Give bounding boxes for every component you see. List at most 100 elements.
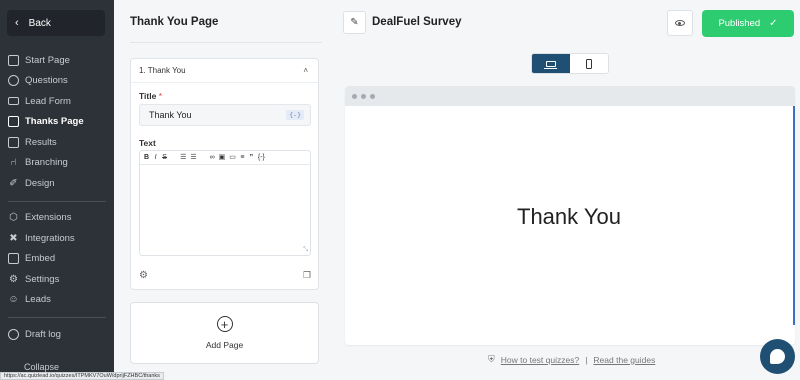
window-dot-icon [352,93,357,99]
variable-icon[interactable]: {-} [258,153,265,162]
section-header[interactable]: 1. Thank You ˄ [131,59,318,83]
shield-icon: ⛨ [488,354,495,364]
device-toggle [531,53,609,74]
image-icon[interactable]: ▣ [219,153,226,162]
embed-code-icon[interactable]: ≡ [240,153,245,162]
editor-panel: Thank You Page 1. Thank You ˄ Title * Th… [114,0,330,380]
sidebar-item-label: Thanks Page [25,116,84,128]
link-separator: | [585,354,588,365]
title-field-label: Title * [139,91,162,101]
status-bar-url: https://ac.quizlead.io/quizzes/ITPMKV7Ou… [0,372,164,380]
chevron-left-icon: ‹ [15,17,19,29]
sidebar-item-extensions[interactable]: ⬡ Extensions [0,208,114,229]
read-guides-link[interactable]: Read the guides [593,355,655,365]
sidebar-item-label: Start Page [25,54,70,66]
title-label-text: Title [139,91,157,101]
published-label: Published [718,18,761,29]
square-icon [8,54,19,66]
sidebar-item-lead-form[interactable]: Lead Form [0,91,114,112]
question-icon [8,75,19,87]
sidebar-item-embed[interactable]: Embed [0,249,114,270]
mobile-view-button[interactable] [570,54,608,73]
insert-variable-button[interactable]: {-} [286,110,304,120]
sidebar-item-label: Questions [25,75,68,87]
collapse-label: Collapse [24,362,60,372]
divider [130,42,322,43]
sidebar-divider [8,200,106,202]
survey-name: DealFuel Survey [372,16,462,28]
italic-icon[interactable]: I [153,153,158,162]
chevron-up-icon[interactable]: ˄ [303,66,308,75]
integrations-icon: ✖ [9,232,18,244]
sidebar-item-draft-log[interactable]: Draft log [0,324,114,345]
thank-you-section-card: 1. Thank You ˄ Title * Thank You {-} Tex… [130,58,319,290]
clock-icon [8,328,19,340]
sidebar-item-label: Branching [25,157,68,169]
back-label: Back [28,17,51,29]
title-input[interactable]: Thank You {-} [139,104,311,126]
sidebar-item-thanks-page[interactable]: Thanks Page [0,112,114,133]
embed-icon [8,253,19,265]
puzzle-icon: ⬡ [9,212,18,224]
page-title: Thank You Page [130,16,219,28]
browser-bar [345,86,795,106]
text-field-label: Text [139,138,156,148]
numbered-list-icon[interactable]: ☰ [180,153,186,162]
test-quizzes-link[interactable]: How to test quizzes? [501,355,579,365]
results-icon [8,136,19,148]
editor-toolbar: B I S ☰ ☰ ∞ ▣ ▭ ≡ ” {-} [140,151,310,165]
section-label: 1. Thank You [139,66,186,75]
published-button[interactable]: Published ✓ [702,10,794,37]
link-icon[interactable]: ∞ [210,153,215,162]
sidebar-item-results[interactable]: Results [0,132,114,153]
rich-text-editor[interactable]: B I S ☰ ☰ ∞ ▣ ▭ ≡ ” {-} ⤡ [139,150,311,256]
quote-icon[interactable]: ” [249,153,254,162]
desktop-view-button[interactable] [532,54,570,73]
palette-icon: ✐ [9,177,18,189]
duplicate-icon[interactable]: ❐ [303,270,311,281]
add-page-button[interactable]: + Add Page [130,302,319,364]
preview-heading: Thank You [517,204,621,229]
rename-button[interactable]: ✎ [343,11,366,34]
window-dot-icon [361,93,366,99]
laptop-icon [544,60,557,69]
sidebar-nav: Start Page Questions Lead Form Thanks Pa… [0,50,114,345]
preview-button[interactable] [667,10,693,36]
title-input-value: Thank You [149,110,192,120]
sidebar-item-integrations[interactable]: ✖ Integrations [0,228,114,249]
check-icon: ✓ [769,18,778,29]
sidebar-item-design[interactable]: ✐ Design [0,173,114,194]
envelope-icon [8,97,19,106]
chat-button[interactable] [760,339,795,374]
sidebar-item-label: Leads [25,294,51,306]
bold-icon[interactable]: B [144,153,149,162]
sidebar-item-questions[interactable]: Questions [0,71,114,92]
phone-icon [586,58,592,69]
sidebar-item-label: Settings [25,273,60,285]
sidebar: ‹ Back Start Page Questions Lead Form Th… [0,0,114,380]
video-icon[interactable]: ▭ [229,153,236,162]
resize-handle-icon[interactable]: ⤡ [303,247,308,254]
sidebar-item-branching[interactable]: ⑁ Branching [0,153,114,174]
branching-icon: ⑁ [10,157,17,169]
gear-icon[interactable]: ⚙ [139,270,148,281]
strikethrough-icon[interactable]: S [162,153,167,162]
bullet-list-icon[interactable]: ☰ [190,153,196,162]
sidebar-divider [8,317,106,318]
sidebar-item-start-page[interactable]: Start Page [0,50,114,71]
sidebar-item-label: Extensions [25,212,72,224]
thanks-page-icon [8,116,19,128]
window-dot-icon [370,93,375,99]
preview-browser-frame: Thank You [345,86,795,345]
required-asterisk: * [158,91,163,101]
sidebar-item-label: Design [25,177,55,189]
sidebar-item-label: Embed [25,253,56,265]
sidebar-item-leads[interactable]: ☺ Leads [0,290,114,311]
gear-icon: ⚙ [9,273,18,285]
preview-scrollbar[interactable] [793,106,795,325]
plus-circle-icon: + [216,316,233,332]
eye-icon [675,20,685,26]
help-links: ⛨ How to test quizzes? | Read the guides [488,354,655,365]
sidebar-item-settings[interactable]: ⚙ Settings [0,269,114,290]
back-button[interactable]: ‹ Back [7,10,105,36]
